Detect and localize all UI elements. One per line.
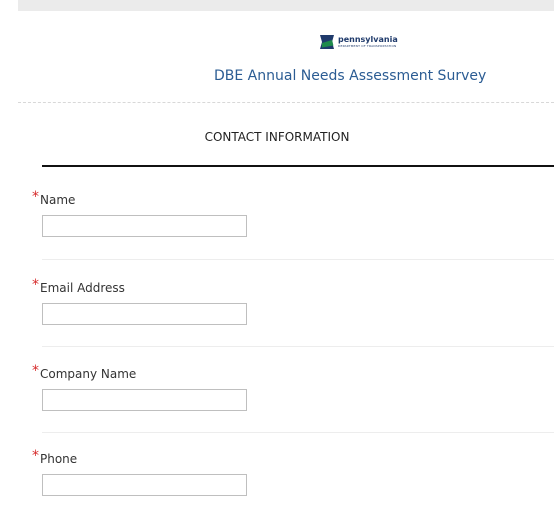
company-name-input[interactable] [42, 389, 247, 411]
name-input[interactable] [42, 215, 247, 237]
email-input[interactable] [42, 303, 247, 325]
name-label-text: Name [40, 193, 76, 207]
phone-input[interactable] [42, 474, 247, 496]
logo-subtitle: DEPARTMENT OF TRANSPORTATION [338, 44, 397, 48]
header-divider [18, 102, 554, 103]
field-separator [42, 259, 554, 260]
field-separator [42, 346, 554, 347]
section-title: CONTACT INFORMATION [204, 130, 350, 144]
penndot-logo: pennsylvania DEPARTMENT OF TRANSPORTATIO… [319, 34, 398, 50]
company-name-label: *Company Name [32, 363, 137, 382]
logo-name: pennsylvania [338, 35, 398, 44]
field-separator [42, 432, 554, 433]
section-rule [42, 165, 554, 167]
survey-title: DBE Annual Needs Assessment Survey [214, 68, 487, 84]
required-marker: * [32, 363, 39, 379]
email-label: *Email Address [32, 277, 125, 296]
required-marker: * [32, 448, 39, 464]
top-bar [18, 0, 554, 11]
required-marker: * [32, 189, 39, 205]
company-name-label-text: Company Name [40, 367, 137, 381]
email-label-text: Email Address [40, 281, 125, 295]
name-label: *Name [32, 189, 76, 208]
phone-label: *Phone [32, 448, 78, 467]
phone-label-text: Phone [40, 452, 78, 466]
required-marker: * [32, 277, 39, 293]
keystone-icon [320, 35, 334, 49]
